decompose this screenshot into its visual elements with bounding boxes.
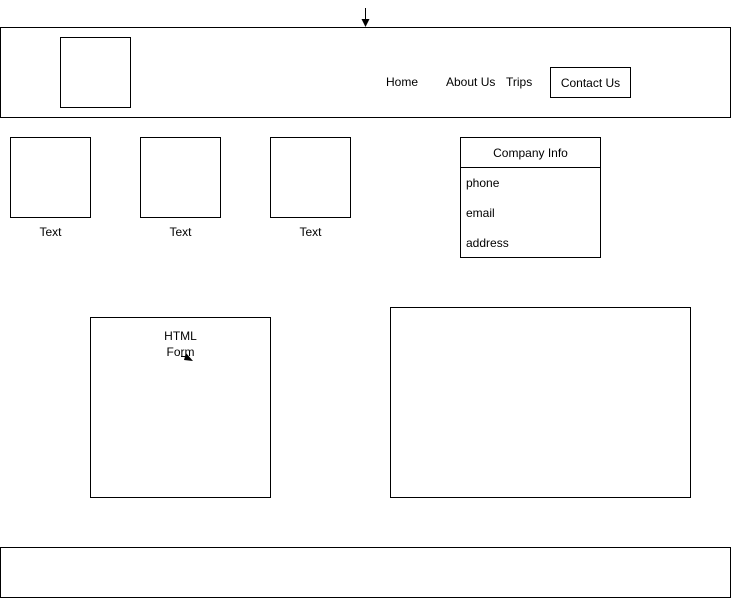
form-connector-arrow [181, 353, 193, 361]
media-placeholder[interactable] [390, 307, 691, 498]
footer-bar [0, 547, 731, 598]
